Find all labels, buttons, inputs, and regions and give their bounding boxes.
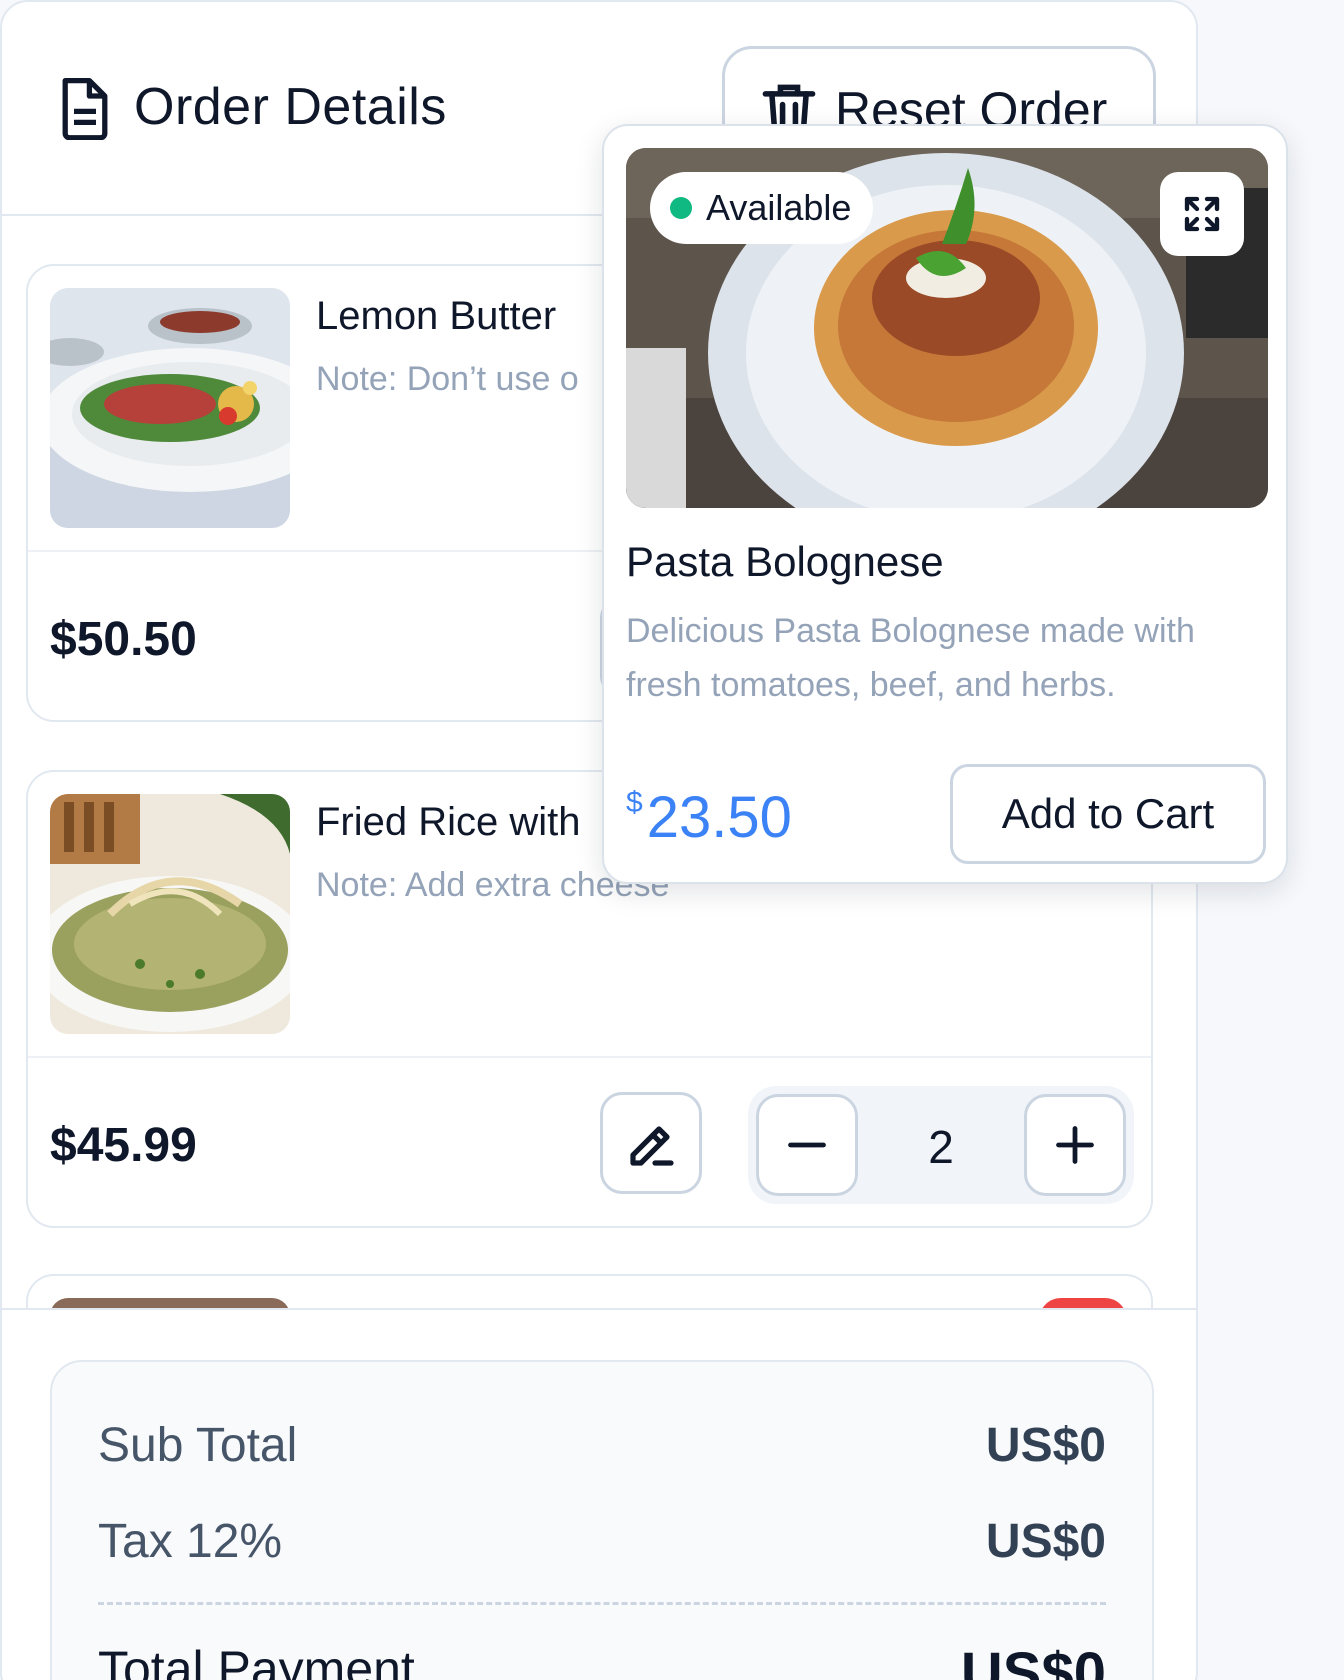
minus-icon (788, 1142, 826, 1148)
product-image: Available (626, 148, 1268, 508)
summary-area: Sub Total US$0 Tax 12% US$0 Total Paymen… (2, 1308, 1196, 1680)
item-price: $45.99 (50, 1119, 197, 1172)
subtotal-value: US$0 (985, 1419, 1106, 1472)
item-name: Fried Rice with (316, 800, 581, 844)
availability-badge: Available (650, 172, 874, 244)
product-name: Pasta Bolognese (626, 538, 944, 585)
page-title: Order Details (134, 78, 447, 136)
quantity-stepper: 2 (748, 1086, 1134, 1204)
add-to-cart-button[interactable]: Add to Cart (950, 764, 1266, 864)
title-wrap: Order Details (58, 74, 447, 140)
quantity-value: 2 (928, 1121, 954, 1173)
expand-icon (1184, 196, 1220, 232)
product-price: $ 23.50 (626, 784, 792, 851)
price-currency: $ (626, 786, 643, 819)
item-thumbnail-salad (50, 288, 290, 528)
available-status-dot (670, 197, 692, 219)
item-name: Lemon Butter (316, 294, 557, 338)
increase-quantity-button[interactable] (1024, 1094, 1126, 1196)
item-note: Note: Don’t use o (316, 360, 579, 398)
subtotal-row: Sub Total US$0 (98, 1418, 1106, 1473)
summary-divider (98, 1602, 1106, 1605)
price-amount: 23.50 (646, 785, 792, 850)
document-icon (62, 77, 108, 140)
pencil-icon (630, 1126, 674, 1166)
product-popup: Available Pasta Bolognese Delicious Past… (602, 124, 1288, 884)
payment-summary: Sub Total US$0 Tax 12% US$0 Total Paymen… (50, 1360, 1154, 1680)
tax-row: Tax 12% US$0 (98, 1514, 1106, 1569)
product-description: Delicious Pasta Bolognese made with fres… (626, 612, 1195, 704)
item-price: $50.50 (50, 613, 197, 666)
edit-note-button[interactable] (600, 1092, 702, 1194)
total-value: US$0 (960, 1641, 1106, 1680)
availability-text: Available (706, 187, 852, 228)
expand-image-button[interactable] (1160, 172, 1244, 256)
item-thumbnail-fried-rice (50, 794, 290, 1034)
total-label: Total Payment (98, 1641, 415, 1680)
tax-value: US$0 (985, 1515, 1106, 1568)
tax-label: Tax 12% (98, 1515, 283, 1568)
total-row: Total Payment US$0 (98, 1640, 1106, 1680)
plus-icon (1056, 1126, 1094, 1164)
subtotal-label: Sub Total (98, 1419, 298, 1472)
decrease-quantity-button[interactable] (756, 1094, 858, 1196)
